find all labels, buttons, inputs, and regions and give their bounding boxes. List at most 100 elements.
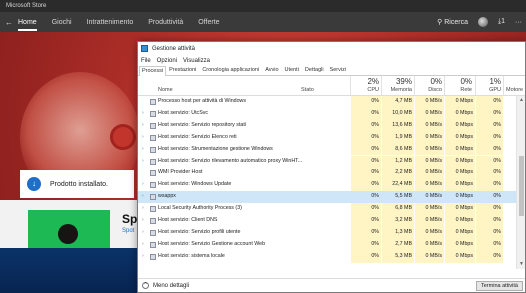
process-icon [150, 170, 156, 177]
process-name: Local Security Authority Process (3) [158, 205, 242, 212]
col-disk[interactable]: Disco [416, 87, 442, 93]
expand-chevron-icon[interactable]: › [142, 144, 144, 156]
table-row[interactable]: › Host servizio: Client DNS 0% 3,2 MB 0 MB/s… [138, 215, 516, 227]
process-name: WMI Provider Host [158, 169, 203, 176]
app-publisher-link[interactable]: Spot [122, 228, 134, 234]
fewer-details-button[interactable]: ^ Meno dettagli [142, 282, 189, 289]
process-icon [150, 194, 156, 201]
tab-users[interactable]: Utenti [282, 65, 302, 75]
process-name: Host servizio: sistema locale [158, 252, 225, 259]
table-row[interactable]: › Host servizio: Servizio profili utente 0… [138, 226, 516, 239]
expand-chevron-icon[interactable]: › [142, 239, 144, 251]
downloads-button[interactable]: ⤓1 [498, 18, 505, 26]
menu-options[interactable]: Opzioni [157, 58, 177, 64]
disk-value: 0 MB/s [415, 179, 444, 192]
expand-chevron-icon[interactable]: › [142, 156, 144, 168]
scroll-up-icon[interactable]: ▲ [517, 96, 525, 105]
scrollbar-thumb[interactable] [519, 156, 524, 216]
table-row[interactable]: › Host servizio: Strumentazione gestione … [138, 143, 516, 156]
col-name[interactable]: Nome [158, 87, 173, 93]
disk-value: 0 MB/s [415, 107, 444, 120]
process-name: wsappx [158, 193, 176, 200]
network-value: 0 Mbps [445, 131, 475, 144]
tab-processes[interactable]: Processi [139, 66, 167, 76]
tab-performance[interactable]: Prestazioni [166, 65, 199, 75]
process-name: Host servizio: Strumentazione gestione W… [158, 145, 273, 152]
gpu-value: 0% [476, 119, 503, 132]
back-arrow-icon[interactable]: ← [0, 18, 18, 27]
expand-chevron-icon[interactable]: › [142, 203, 144, 215]
process-icon [150, 182, 156, 189]
tab-app-history[interactable]: Cronologia applicazioni [199, 65, 262, 75]
expand-chevron-icon[interactable]: › [142, 227, 144, 239]
installed-text: Prodotto installato. [50, 180, 108, 188]
gpu-total: 1% [489, 77, 501, 86]
gpu-value: 0% [476, 131, 503, 144]
table-row[interactable]: › Host servizio: Windows Update 0% 22,4 MB 0… [138, 179, 516, 192]
nav-home[interactable]: Home [18, 19, 37, 31]
avatar[interactable] [477, 17, 488, 27]
col-memory[interactable]: Memoria [383, 87, 412, 93]
table-row[interactable]: › Host servizio: Servizio Gestione accoun… [138, 238, 516, 251]
process-icon [150, 158, 156, 165]
network-value: 0 Mbps [445, 155, 475, 168]
nav-productivity[interactable]: Produttività [148, 19, 183, 26]
table-row[interactable]: › Host servizio: Servizio rilevamento aut… [138, 155, 516, 168]
process-icon [150, 253, 156, 260]
table-row[interactable]: › Local Security Authority Process (3) 0% 6… [138, 203, 516, 215]
scroll-down-icon[interactable]: ▼ [517, 260, 525, 269]
col-gpu-engine[interactable]: Motore [506, 87, 523, 93]
search-button[interactable]: ⚲ Ricerca [437, 18, 468, 26]
col-network[interactable]: Rete [446, 87, 472, 93]
fewer-details-label: Meno dettagli [153, 282, 190, 289]
cpu-value: 0% [351, 167, 381, 180]
disk-value: 0 MB/s [415, 119, 444, 132]
menu-file[interactable]: File [141, 58, 151, 64]
cpu-value: 0% [351, 250, 381, 263]
process-name: Host servizio: Servizio repository stati [158, 121, 247, 128]
tab-services[interactable]: Servizi [327, 65, 350, 75]
table-row[interactable]: › Host servizio: sistema locale 0% 5,3 MB 0 … [138, 250, 516, 263]
col-separator [381, 76, 382, 95]
cpu-value: 0% [351, 203, 381, 215]
tab-startup[interactable]: Avvio [262, 65, 281, 75]
memory-value: 2,2 MB [382, 167, 414, 180]
col-status[interactable]: Stato [301, 87, 314, 93]
expand-chevron-icon[interactable]: › [142, 108, 144, 120]
disk-value: 0 MB/s [415, 203, 444, 215]
end-task-button[interactable]: Termina attività [476, 281, 523, 291]
disk-value: 0 MB/s [415, 238, 444, 251]
store-window-title: Microsoft Store [0, 0, 526, 12]
expand-chevron-icon[interactable]: › [142, 179, 144, 191]
nav-entertainment[interactable]: Intrattenimento [87, 19, 134, 26]
table-row[interactable]: › Host servizio: UtcSvc 0% 10,0 MB 0 MB/s 0 M… [138, 107, 516, 120]
col-gpu[interactable]: GPU [477, 87, 501, 93]
table-row[interactable]: Processo host per attività di Windows 0% 4… [138, 96, 516, 108]
more-button[interactable]: ··· [515, 19, 522, 26]
scrollbar[interactable]: ▲ ▼ [516, 96, 525, 269]
nav-offers[interactable]: Offerte [198, 19, 219, 26]
table-row[interactable]: › Host servizio: Servizio Elenco reti 0% 1,… [138, 131, 516, 144]
spotify-logo-icon [110, 124, 136, 150]
expand-chevron-icon[interactable]: › [142, 191, 144, 203]
nav-games[interactable]: Giochi [52, 19, 72, 26]
expand-chevron-icon[interactable]: › [142, 251, 144, 263]
menu-view[interactable]: Visualizza [183, 58, 210, 64]
network-value: 0 Mbps [445, 143, 475, 156]
table-row[interactable]: › wsappx 0% 5,5 MB 0 MB/s 0 Mbps 0% [138, 191, 516, 204]
memory-value: 13,6 MB [382, 119, 414, 132]
table-row[interactable]: › Host servizio: Servizio repository stat… [138, 119, 516, 132]
expand-chevron-icon[interactable]: › [142, 215, 144, 227]
network-value: 0 Mbps [445, 238, 475, 251]
cpu-value: 0% [351, 191, 381, 204]
memory-value: 1,3 MB [382, 226, 414, 239]
disk-value: 0 MB/s [415, 131, 444, 144]
expand-chevron-icon[interactable]: › [142, 120, 144, 132]
col-cpu[interactable]: CPU [353, 87, 379, 93]
process-name: Host servizio: Servizio rilevamento auto… [158, 157, 303, 164]
gpu-value: 0% [476, 191, 503, 204]
expand-chevron-icon[interactable]: › [142, 132, 144, 144]
mem-total: 39% [395, 77, 412, 86]
table-row[interactable]: WMI Provider Host 0% 2,2 MB 0 MB/s 0 Mbps 0% [138, 167, 516, 180]
tab-details[interactable]: Dettagli [302, 65, 327, 75]
